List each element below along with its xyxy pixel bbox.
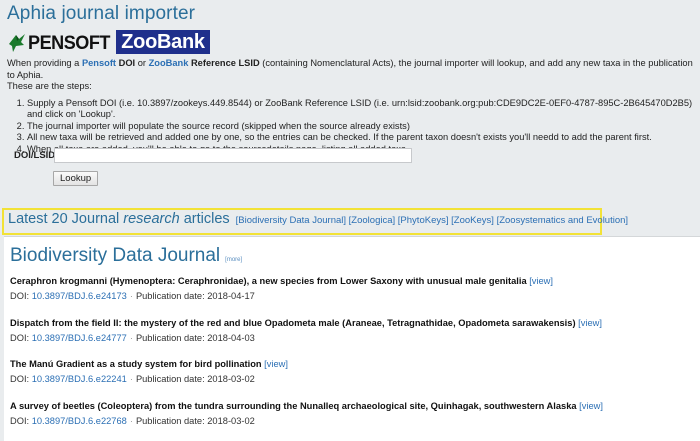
zoobank-logo[interactable]: ZooBank [116,30,210,54]
journal-link-zoologica[interactable]: [Zoologica] [349,215,395,226]
pensoft-link[interactable]: Pensoft [82,58,116,68]
pensoft-wordmark: PENSOFT [28,33,110,54]
doi-link[interactable]: 10.3897/BDJ.6.e24777 [32,333,127,343]
pensoft-logo[interactable]: PENSOFT [7,30,114,54]
more-link[interactable]: [more] [225,257,242,263]
doi-link[interactable]: 10.3897/BDJ.6.e22241 [32,374,127,384]
latest-articles-heading: Latest 20 Journal research articles [Bio… [8,211,628,227]
latest-title: Latest 20 Journal research articles [8,211,230,227]
logo-bar: PENSOFT ZooBank [7,30,210,54]
publication-date: Publication date: 2018-03-02 [135,374,255,384]
publication-date: Publication date: 2018-04-03 [135,333,255,343]
doi-label: DOI/LSID [14,150,56,161]
doi-link[interactable]: 10.3897/BDJ.6.e24173 [32,291,127,301]
doi-input[interactable] [54,148,412,163]
steps-intro: These are the steps: [7,81,92,91]
journal-link-biodiversity-data-journal[interactable]: [Biodiversity Data Journal] [236,215,346,226]
journal-name: Biodiversity Data Journal [10,245,221,266]
article-title: A survey of beetles (Coleoptera) from th… [10,401,577,411]
article-item: Dispatch from the field II: the mystery … [10,318,602,343]
view-link[interactable]: [view] [579,401,603,411]
journal-link-phytokeys[interactable]: [PhytoKeys] [398,215,449,226]
publication-date: Publication date: 2018-04-17 [135,291,255,301]
journal-filter-links: [Biodiversity Data Journal] [Zoologica] … [236,215,628,226]
pensoft-bird-icon [7,32,27,54]
lookup-button[interactable]: Lookup [53,171,99,186]
journal-link-zoosystematics-and-evolution[interactable]: [Zoosystematics and Evolution] [497,215,628,226]
article-item: Ceraphron krogmanni (Hymenoptera: Ceraph… [10,276,553,301]
view-link[interactable]: [view] [264,359,288,369]
step-item: The journal importer will populate the s… [27,121,697,133]
article-title: Dispatch from the field II: the mystery … [10,318,576,328]
steps-list: Supply a Pensoft DOI (i.e. 10.3897/zooke… [7,98,697,156]
article-item: A survey of beetles (Coleoptera) from th… [10,401,603,426]
articles-panel: Biodiversity Data Journal [more] Ceraphr… [4,236,700,441]
doi-row: DOI/LSID [14,148,412,163]
journal-link-zookeys[interactable]: [ZooKeys] [451,215,494,226]
doi-link[interactable]: 10.3897/BDJ.6.e22768 [32,416,127,426]
step-item: Supply a Pensoft DOI (i.e. 10.3897/zooke… [27,98,697,121]
view-link[interactable]: [view] [529,276,553,286]
article-title: The Manú Gradient as a study system for … [10,359,262,369]
view-link[interactable]: [view] [578,318,602,328]
page-title: Aphia journal importer [7,3,196,24]
step-item: All new taxa will be retrieved and added… [27,132,697,144]
intro-text: When providing a Pensoft DOI or ZooBank … [7,58,697,155]
journal-heading: Biodiversity Data Journal [more] [10,245,242,267]
article-title: Ceraphron krogmanni (Hymenoptera: Ceraph… [10,276,527,286]
zoobank-link[interactable]: ZooBank [149,58,189,68]
article-item: The Manú Gradient as a study system for … [10,359,288,384]
intro-paragraph: When providing a Pensoft DOI or ZooBank … [7,58,693,80]
publication-date: Publication date: 2018-03-02 [135,416,255,426]
